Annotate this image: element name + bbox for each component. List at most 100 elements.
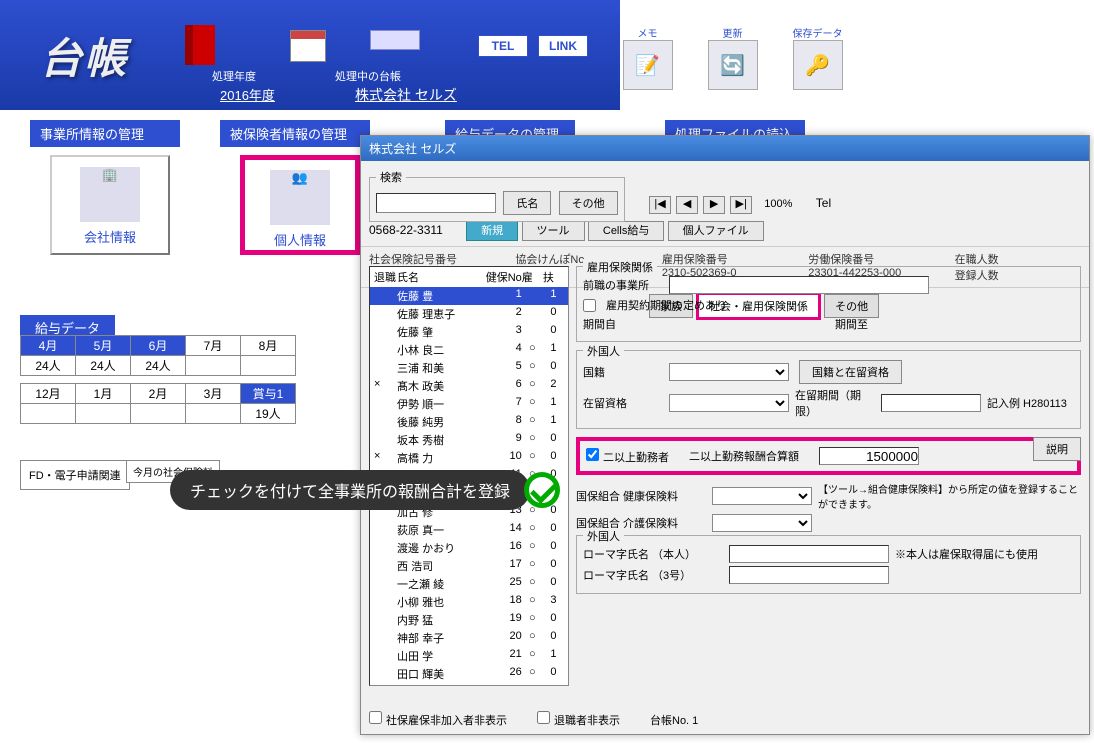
building-icon: 🏢 <box>80 167 140 222</box>
update-button[interactable]: 更新🔄 <box>705 25 760 92</box>
roman-3go-label: ローマ字氏名 （3号） <box>583 567 723 583</box>
search-group: 検索 氏名 その他 <box>369 169 625 222</box>
link-button[interactable]: LINK <box>538 35 588 57</box>
month-cell[interactable]: 2月 <box>131 384 186 404</box>
employment-insurance-group: 雇用保険関係 前職の事業所 雇用契約期間の定めあり 期間自期間至 <box>576 266 1081 342</box>
count-cell <box>76 404 131 424</box>
month-cell[interactable]: 3月 <box>186 384 241 404</box>
count-cell: 24人 <box>76 356 131 376</box>
personal-info-dialog: 株式会社 セルズ 検索 氏名 その他 |◀ ◀ ▶ ▶| 100% Tel 05… <box>360 135 1090 735</box>
roman-self-input[interactable] <box>729 545 889 563</box>
list-row[interactable]: 松元 涼22○2 <box>370 683 568 686</box>
roman-3go-input[interactable] <box>729 566 889 584</box>
search-input[interactable] <box>376 193 496 213</box>
instruction-callout: チェックを付けて全事業所の報酬合計を登録 <box>170 470 530 510</box>
list-row[interactable]: 伊勢 順一7○1 <box>370 395 568 413</box>
saved-data-button[interactable]: 保存データ🔑 <box>790 25 845 92</box>
search-label: 検索 <box>376 169 406 185</box>
bonus-cell[interactable]: 賞与1 <box>241 384 296 404</box>
detail-form: 雇用保険関係 前職の事業所 雇用契約期間の定めあり 期間自期間至 外国人 国籍 … <box>576 266 1081 694</box>
count-cell <box>21 404 76 424</box>
residence-select[interactable] <box>669 394 789 412</box>
company-link[interactable]: 株式会社 セルズ <box>355 85 457 105</box>
res-period-input[interactable] <box>881 394 981 412</box>
month-cell[interactable]: 8月 <box>241 336 296 356</box>
month-cell[interactable]: 7月 <box>186 336 241 356</box>
section-office: 事業所情報の管理 <box>30 120 180 147</box>
kokuho-care-select[interactable] <box>712 514 812 532</box>
new-button[interactable]: 新規 <box>466 221 518 241</box>
residence-label: 在留資格 <box>583 395 663 411</box>
tool-button[interactable]: ツール <box>522 221 585 241</box>
nav-prev-button[interactable]: ◀ <box>676 196 698 214</box>
month-cell[interactable]: 1月 <box>76 384 131 404</box>
nationality-residence-button[interactable]: 国籍と在留資格 <box>799 360 902 384</box>
res-example: 記入例 H280113 <box>987 395 1067 411</box>
list-row[interactable]: 山田 学21○1 <box>370 647 568 665</box>
period-to-label: 期間至 <box>835 316 915 332</box>
kokuho-health-select[interactable] <box>712 487 812 505</box>
list-row[interactable]: 佐藤 理恵子20 <box>370 305 568 323</box>
roman-note: ※本人は雇保取得届にも使用 <box>895 546 1038 562</box>
hide-noninsured-checkbox[interactable] <box>369 711 382 724</box>
multi-total-label: 二以上勤務報酬合算額 <box>689 448 799 464</box>
count-cell: 24人 <box>131 356 186 376</box>
section-insured: 被保険者情報の管理 <box>220 120 370 147</box>
search-name-button[interactable]: 氏名 <box>503 191 551 215</box>
list-row[interactable]: 三浦 和美5○0 <box>370 359 568 377</box>
prev-office-label: 前職の事業所 <box>583 277 663 293</box>
fixed-term-checkbox[interactable] <box>583 299 596 312</box>
ledger-no: 台帳No. 1 <box>650 712 698 728</box>
search-other-button[interactable]: その他 <box>559 191 618 215</box>
kokuho-health-label: 国保組合 健康保険料 <box>576 488 706 504</box>
nav-last-button[interactable]: ▶| <box>730 196 752 214</box>
list-row[interactable]: 佐藤 肇30 <box>370 323 568 341</box>
foreigner-group: 外国人 国籍 国籍と在留資格 在留資格 在留期間（期限） 記入例 H280113 <box>576 350 1081 429</box>
year-value[interactable]: 2016年度 <box>220 85 275 104</box>
hide-retired-checkbox[interactable] <box>537 711 550 724</box>
month-cell[interactable]: 6月 <box>131 336 186 356</box>
month-cell[interactable]: 12月 <box>21 384 76 404</box>
list-row[interactable]: 坂本 秀樹9○0 <box>370 431 568 449</box>
personal-info-button[interactable]: 👥 個人情報 <box>240 155 360 255</box>
count-cell <box>186 404 241 424</box>
list-row[interactable]: 荻原 真一14○0 <box>370 521 568 539</box>
nav-first-button[interactable]: |◀ <box>649 196 671 214</box>
list-row[interactable]: 佐藤 豊11 <box>370 287 568 305</box>
list-row[interactable]: 小柳 雅也18○3 <box>370 593 568 611</box>
nationality-select[interactable] <box>669 363 789 381</box>
explain-button[interactable]: 説明 <box>1033 437 1081 461</box>
month-cell[interactable]: 5月 <box>76 336 131 356</box>
list-header: 退職氏名健保No雇扶 <box>370 267 568 287</box>
list-row[interactable]: 渡邊 かおり16○0 <box>370 539 568 557</box>
company-info-button[interactable]: 🏢 会社情報 <box>50 155 170 255</box>
list-row[interactable]: 内野 猛19○0 <box>370 611 568 629</box>
count-cell: 24人 <box>21 356 76 376</box>
tel-button[interactable]: TEL <box>478 35 528 57</box>
dialog-title: 株式会社 セルズ <box>361 136 1089 161</box>
prev-office-input[interactable] <box>669 276 929 294</box>
period-from-label: 期間自 <box>583 316 663 332</box>
multi-work-checkbox[interactable] <box>586 448 599 461</box>
personal-file-button[interactable]: 個人ファイル <box>668 221 764 241</box>
list-row[interactable]: ×髙木 政美6○2 <box>370 377 568 395</box>
multi-total-input[interactable] <box>819 447 919 465</box>
list-row[interactable]: 一之瀬 綾25○0 <box>370 575 568 593</box>
foreigner-roman-group: 外国人 ローマ字氏名 （本人）※本人は雇保取得届にも使用 ローマ字氏名 （3号） <box>576 535 1081 594</box>
month-cell[interactable]: 4月 <box>21 336 76 356</box>
cells-salary-button[interactable]: Cells給与 <box>588 221 664 241</box>
top-header: 台帳 処理年度 2016年度 処理中の台帳 株式会社 セルズ TEL LINK <box>0 0 620 110</box>
arrows-icon[interactable] <box>370 30 420 50</box>
list-row[interactable]: 小林 良二4○1 <box>370 341 568 359</box>
list-row[interactable]: 神部 幸子20○0 <box>370 629 568 647</box>
list-row[interactable]: 田口 輝美26○0 <box>370 665 568 683</box>
list-row[interactable]: 西 浩司17○0 <box>370 557 568 575</box>
memo-button[interactable]: メモ📝 <box>620 25 675 92</box>
app-logo: 台帳 <box>40 25 128 86</box>
people-icon: 👥 <box>270 170 330 225</box>
nav-next-button[interactable]: ▶ <box>703 196 725 214</box>
calendar-icon[interactable] <box>290 30 326 62</box>
list-row[interactable]: 後藤 純男8○1 <box>370 413 568 431</box>
list-row[interactable]: ×高橋 力10○0 <box>370 449 568 467</box>
tab-fd-eapply[interactable]: FD・電子申請関連 <box>20 460 130 490</box>
